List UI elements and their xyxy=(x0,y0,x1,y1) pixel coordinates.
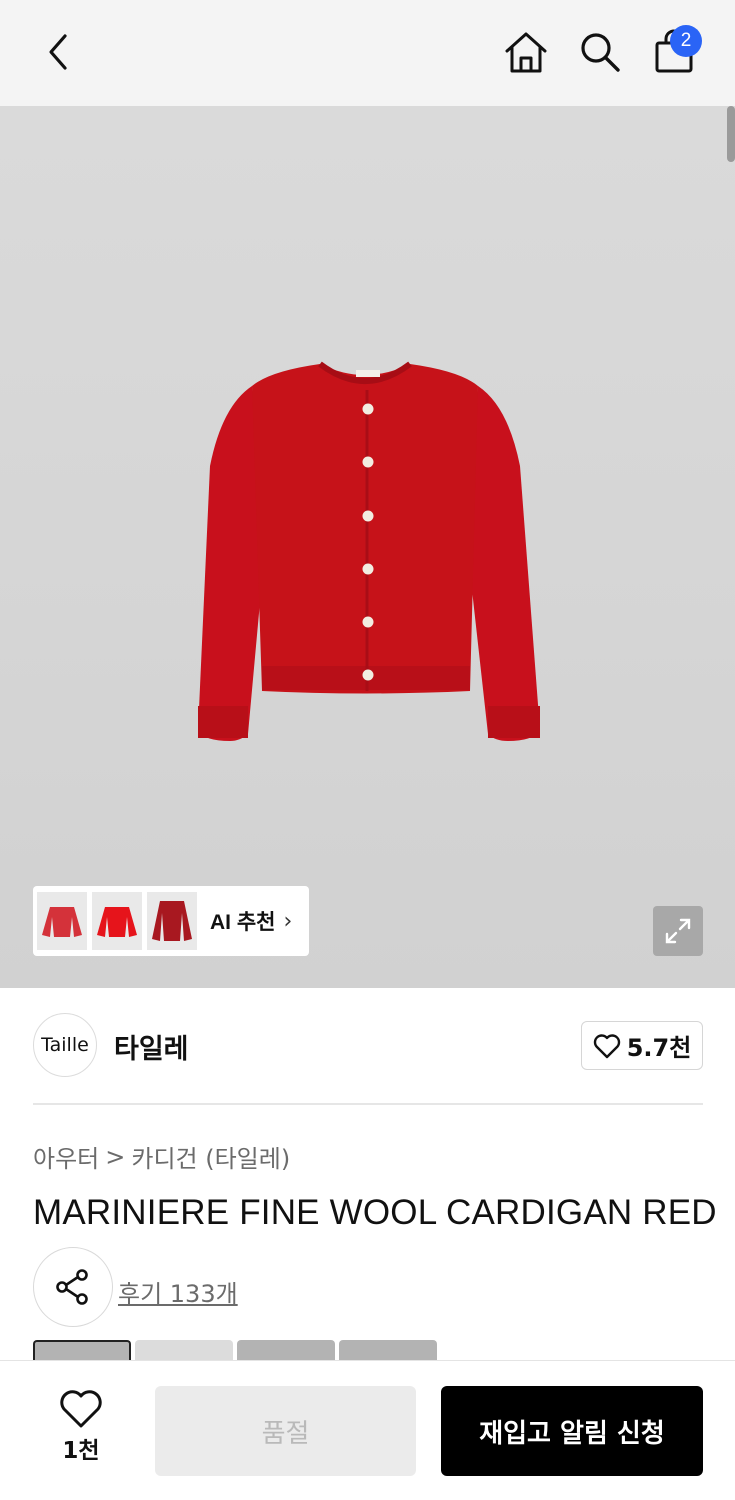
cart-count-badge: 2 xyxy=(670,25,702,57)
breadcrumb-separator: > xyxy=(105,1142,126,1171)
thumb-red-cardigan-3[interactable] xyxy=(147,892,197,950)
brand-name[interactable]: 타일레 xyxy=(114,1027,189,1066)
soldout-button: 품절 xyxy=(155,1386,416,1476)
breadcrumb-subcategory[interactable]: 카디건 (타일레) xyxy=(131,1139,290,1174)
reviews-link[interactable]: 후기 133개 xyxy=(118,1274,238,1309)
thumb-red-cardigan-2[interactable] xyxy=(92,892,142,950)
brand-like-button[interactable]: 5.7천 xyxy=(581,1021,703,1070)
wishlist-count: 1천 xyxy=(62,1438,100,1464)
product-title: MARINIERE FINE WOOL CARDIGAN RED xyxy=(33,1193,717,1232)
chevron-right-icon: › xyxy=(283,908,293,934)
search-icon xyxy=(581,33,620,72)
product-image-gallery[interactable]: AI 추천 › xyxy=(0,106,735,988)
search-button[interactable] xyxy=(574,26,626,78)
top-app-bar: 2 xyxy=(0,0,735,106)
brand-logo[interactable]: Taille xyxy=(33,1013,97,1077)
home-icon xyxy=(505,32,547,73)
ai-recommend-card[interactable]: AI 추천 › xyxy=(33,886,309,956)
breadcrumb: 아우터 > 카디건 (타일레) xyxy=(33,1139,290,1174)
heart-icon xyxy=(593,1033,620,1058)
home-button[interactable] xyxy=(500,26,552,78)
bottom-action-bar: 1천 품절 재입고 알림 신청 xyxy=(0,1360,735,1500)
restock-alert-button[interactable]: 재입고 알림 신청 xyxy=(441,1386,703,1476)
back-button[interactable] xyxy=(32,26,84,78)
divider xyxy=(33,1103,703,1105)
color-option-swatch[interactable] xyxy=(33,1340,131,1362)
share-icon xyxy=(56,1269,88,1305)
thumb-red-cardigan-1[interactable] xyxy=(37,892,87,950)
brand-logo-text: Taille xyxy=(41,1034,89,1056)
ai-recommend-label: AI 추천 xyxy=(210,911,276,934)
product-image xyxy=(198,361,540,741)
scrollbar[interactable] xyxy=(727,106,735,162)
expand-icon xyxy=(665,918,691,944)
brand-like-count: 5.7천 xyxy=(626,1034,692,1062)
color-option-swatch[interactable] xyxy=(237,1340,335,1362)
breadcrumb-category[interactable]: 아우터 xyxy=(33,1139,99,1174)
share-button[interactable] xyxy=(33,1247,113,1327)
expand-image-button[interactable] xyxy=(653,906,703,956)
heart-icon xyxy=(60,1390,102,1428)
wishlist-button[interactable]: 1천 xyxy=(45,1389,117,1479)
chevron-left-icon xyxy=(49,34,67,70)
color-option-swatch[interactable] xyxy=(135,1340,233,1362)
color-option-swatch[interactable] xyxy=(339,1340,437,1362)
